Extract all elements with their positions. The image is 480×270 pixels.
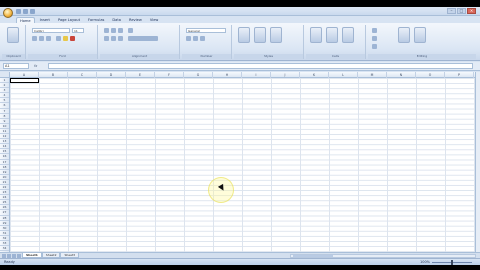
clear-button[interactable]: [372, 44, 377, 49]
font-group: Calibri 11 Font: [28, 25, 98, 59]
delete-cells-button[interactable]: [326, 27, 338, 43]
redo-icon[interactable]: [30, 9, 35, 14]
zoom-level[interactable]: 100%: [420, 260, 430, 264]
status-bar: Ready 100%: [0, 258, 480, 265]
worksheet-grid: ABCDEFGHIJKLMNOP 1 2 3 4 5 6 7 8 9 10 11 12 13 14 15 16…: [0, 72, 476, 252]
group-label: Font: [28, 54, 97, 59]
minimize-button[interactable]: –: [447, 8, 456, 14]
formula-bar: A1 fx: [0, 62, 480, 71]
currency-button[interactable]: [186, 36, 191, 41]
align-bottom-button[interactable]: [118, 28, 123, 33]
borders-button[interactable]: [56, 36, 61, 41]
group-label: Alignment: [100, 54, 179, 59]
number-format-select[interactable]: General: [186, 28, 226, 33]
number-group: General Number: [182, 25, 232, 59]
group-label: Number: [182, 54, 231, 59]
office-button-icon[interactable]: [3, 8, 13, 18]
comma-button[interactable]: [200, 36, 205, 41]
sort-filter-button[interactable]: [398, 27, 410, 43]
status-text: Ready: [4, 260, 15, 264]
clipboard-group: Clipboard: [2, 25, 26, 59]
wrap-text-button[interactable]: [128, 28, 133, 33]
group-label: Clipboard: [2, 54, 25, 59]
align-top-button[interactable]: [104, 28, 109, 33]
align-middle-button[interactable]: [111, 28, 116, 33]
horizontal-scroll-thumb[interactable]: [293, 255, 333, 257]
align-left-button[interactable]: [104, 36, 109, 41]
cell-area[interactable]: [10, 78, 475, 252]
zoom-slider-knob[interactable]: [451, 259, 453, 265]
formula-input[interactable]: [48, 63, 473, 69]
fx-icon[interactable]: fx: [34, 63, 46, 69]
align-center-button[interactable]: [111, 36, 116, 41]
group-label: Styles: [234, 54, 303, 59]
window-controls: – □ ×: [447, 8, 476, 14]
autosum-button[interactable]: [372, 28, 377, 33]
styles-group: Styles: [234, 25, 304, 59]
bold-button[interactable]: [32, 36, 37, 41]
fill-button[interactable]: [372, 36, 377, 41]
align-right-button[interactable]: [118, 36, 123, 41]
group-label: Cells: [306, 54, 365, 59]
ribbon: Clipboard Calibri 11 Font Alignment Gene…: [0, 23, 480, 61]
find-select-button[interactable]: [414, 27, 426, 43]
format-as-table-button[interactable]: [254, 27, 266, 43]
merge-center-button[interactable]: [128, 36, 158, 41]
close-button[interactable]: ×: [467, 8, 476, 14]
group-label: Editing: [368, 54, 476, 59]
alignment-group: Alignment: [100, 25, 180, 59]
cell-styles-button[interactable]: [270, 27, 282, 43]
undo-icon[interactable]: [23, 9, 28, 14]
quick-access-toolbar: [16, 9, 35, 14]
conditional-formatting-button[interactable]: [238, 27, 250, 43]
title-bar: – □ ×: [0, 7, 480, 16]
font-color-button[interactable]: [70, 36, 75, 41]
vertical-scrollbar[interactable]: [476, 72, 480, 252]
font-name-select[interactable]: Calibri: [32, 28, 70, 33]
active-cell[interactable]: [10, 78, 39, 84]
zoom-control: 100%: [420, 259, 472, 265]
cells-group: Cells: [306, 25, 366, 59]
percent-button[interactable]: [193, 36, 198, 41]
excel-window: – □ × Home Insert Page Layout Formulas Data R…: [0, 7, 480, 265]
zoom-slider[interactable]: [432, 259, 472, 265]
fill-color-button[interactable]: [63, 36, 68, 41]
maximize-button[interactable]: □: [457, 8, 466, 14]
underline-button[interactable]: [46, 36, 51, 41]
paste-button[interactable]: [7, 27, 19, 43]
row-headers: 1 2 3 4 5 6 7 8 9 10 11 12 13 14 15 16 17 18 19 20 21 22 23 24 2…: [0, 78, 10, 252]
save-icon[interactable]: [16, 9, 21, 14]
editing-group: Editing: [368, 25, 476, 59]
format-cells-button[interactable]: [342, 27, 354, 43]
italic-button[interactable]: [39, 36, 44, 41]
name-box[interactable]: A1: [3, 63, 29, 69]
font-size-select[interactable]: 11: [72, 28, 84, 33]
row-header-34[interactable]: 34: [0, 246, 9, 252]
insert-cells-button[interactable]: [310, 27, 322, 43]
